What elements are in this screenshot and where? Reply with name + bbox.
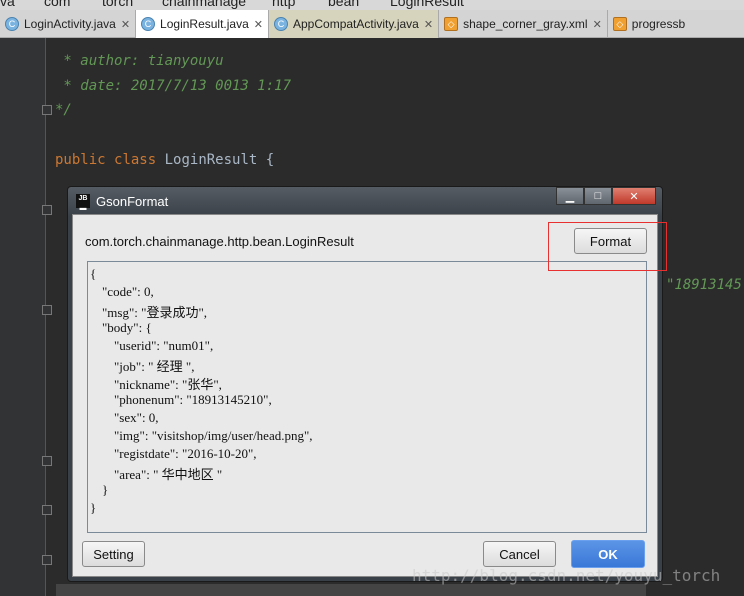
dialog-title: GsonFormat — [96, 193, 169, 209]
close-icon[interactable]: ✕ — [593, 18, 602, 31]
close-icon[interactable]: ✕ — [424, 18, 433, 31]
editor-gutter — [0, 38, 46, 596]
xml-icon: ◇ — [444, 17, 459, 31]
json-line: "img": "visitshop/img/user/head.png", — [114, 428, 313, 443]
json-line: "userid": "num01", — [114, 338, 214, 353]
code-comment-end: */ — [55, 102, 72, 118]
tab-appcompat-activity[interactable]: C AppCompatActivity.java ✕ — [269, 10, 440, 38]
json-line: "area": " 华中地区 " — [114, 467, 223, 482]
tab-label: AppCompatActivity.java — [293, 17, 419, 31]
close-icon[interactable]: ✕ — [121, 18, 130, 31]
breadcrumb-item[interactable]: bean — [328, 0, 359, 9]
code-class-decl: public class LoginResult { — [55, 152, 275, 168]
tab-label: progressb — [631, 17, 686, 31]
setting-button[interactable]: Setting — [82, 541, 145, 567]
tab-login-result[interactable]: C LoginResult.java ✕ — [136, 10, 269, 38]
tab-login-activity[interactable]: C LoginActivity.java ✕ — [0, 10, 137, 38]
breadcrumb: va com torch chainmanage http bean Login… — [0, 0, 744, 10]
json-line: { — [90, 266, 97, 281]
json-line: "sex": 0, — [114, 410, 159, 425]
json-line: "phonenum": "18913145210", — [114, 392, 272, 407]
jetbrains-logo: JB ▬ — [76, 194, 90, 212]
fold-icon[interactable] — [42, 105, 52, 115]
close-icon[interactable]: ✕ — [254, 18, 263, 31]
ok-button[interactable]: OK — [571, 540, 645, 568]
xml-icon: ◇ — [612, 17, 627, 31]
cancel-button[interactable]: Cancel — [483, 541, 556, 567]
code-peek: "18913145 — [666, 277, 742, 293]
json-line: } — [102, 482, 109, 497]
fold-icon[interactable] — [42, 305, 52, 315]
tab-progressb[interactable]: ◇ progressb — [608, 10, 744, 38]
json-line: "code": 0, — [102, 284, 154, 299]
expand-icon[interactable] — [42, 555, 52, 565]
breadcrumb-item[interactable]: http — [272, 0, 295, 9]
close-button[interactable]: ✕ — [612, 187, 656, 205]
editor-bottom-bar — [56, 584, 646, 596]
breadcrumb-item[interactable]: LoginResult — [390, 0, 464, 9]
code-author: * author: tianyouyu — [55, 53, 224, 69]
breadcrumb-item[interactable]: torch — [102, 0, 133, 9]
class-icon: C — [141, 17, 156, 31]
json-line: "nickname": "张华", — [114, 377, 222, 392]
expand-icon[interactable] — [42, 456, 52, 466]
tab-label: shape_corner_gray.xml — [463, 17, 588, 31]
breadcrumb-item[interactable]: chainmanage — [162, 0, 246, 9]
editor-tabs: C LoginActivity.java ✕ C LoginResult.java ✕ … — [0, 10, 744, 38]
tab-shape-corner-gray[interactable]: ◇ shape_corner_gray.xml ✕ — [439, 10, 608, 38]
breadcrumb-item[interactable]: va — [0, 0, 15, 9]
class-path-label: com.torch.chainmanage.http.bean.LoginRes… — [85, 234, 354, 249]
json-line: "registdate": "2016-10-20", — [114, 446, 257, 461]
json-line: "msg": "登录成功", — [102, 305, 208, 320]
tab-label: LoginActivity.java — [24, 17, 116, 31]
fold-icon[interactable] — [42, 205, 52, 215]
minimize-button[interactable]: ▁ — [556, 187, 584, 205]
dialog-titlebar[interactable]: JB ▬ GsonFormat — [76, 193, 169, 212]
json-input[interactable]: { "code": 0, "msg": "登录成功", "body": { "useri… — [87, 261, 647, 533]
tab-label: LoginResult.java — [160, 17, 249, 31]
json-line: "job": " 经理 ", — [114, 359, 195, 374]
breadcrumb-item[interactable]: com — [44, 0, 70, 9]
maximize-button[interactable]: □ — [584, 187, 612, 205]
code-date: * date: 2017/7/13 0013 1:17 — [55, 78, 292, 94]
json-line: "body": { — [102, 320, 152, 335]
expand-icon[interactable] — [42, 505, 52, 515]
highlight-annotation — [548, 222, 667, 271]
watermark: http://blog.csdn.net/youyu_torch — [412, 566, 721, 585]
class-locked-icon: C — [274, 17, 288, 31]
class-icon: C — [5, 17, 19, 31]
json-line: } — [90, 500, 97, 515]
